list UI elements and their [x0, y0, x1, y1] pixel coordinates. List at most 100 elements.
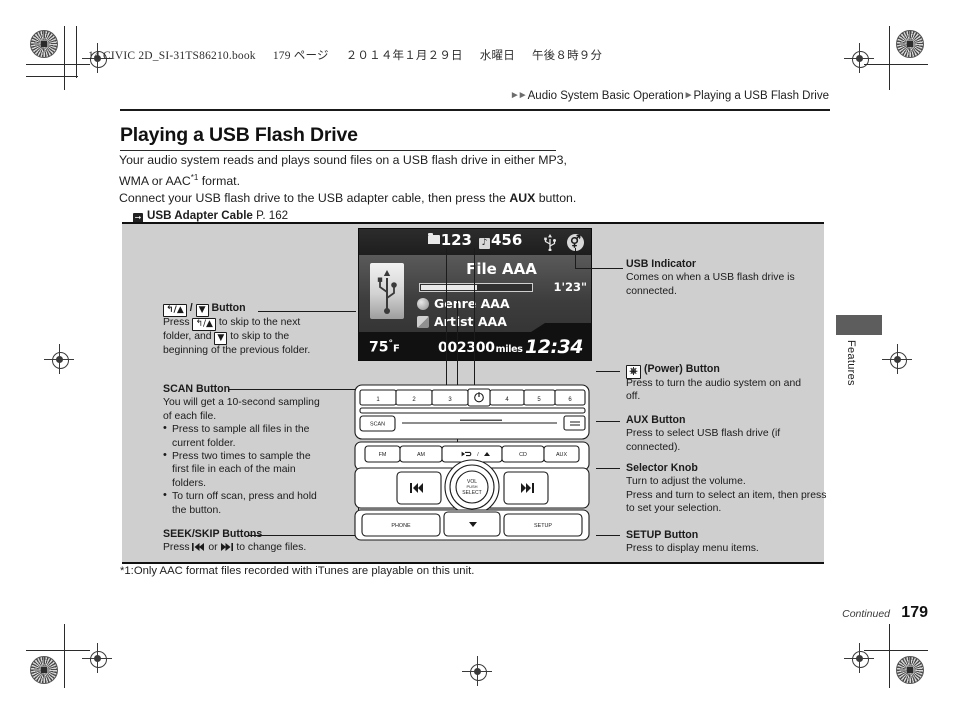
display-odometer: 002300miles: [438, 340, 523, 356]
breadcrumb: ►► Audio System Basic Operation►Playing a…: [510, 90, 829, 102]
registration-mark-bottom-center: [462, 656, 492, 686]
crop-line-left-2: [26, 76, 78, 77]
key-folder-down: ▼: [195, 304, 209, 317]
temperature-value: 75: [369, 340, 389, 356]
callout-aux: AUX Button Press to select USB flash dri…: [626, 414, 826, 454]
display-artist: Artist AAA: [434, 314, 507, 329]
callout-aux-heading: AUX Button: [626, 414, 686, 426]
music-note-icon: ♪: [479, 238, 490, 249]
svg-text:SELECT: SELECT: [462, 490, 481, 496]
intro-aux-bold: AUX: [509, 191, 536, 206]
print-header-book: 14 CIVIC 2D_SI-31TS86210.book: [88, 50, 256, 62]
svg-text:PUSH: PUSH: [466, 484, 477, 489]
callout-folder-heading-word: Button: [211, 302, 246, 314]
intro-line-3: Connect your USB flash drive to the USB …: [119, 190, 579, 207]
intro-line-3b: button.: [535, 191, 577, 206]
reference-page: P. 162: [256, 209, 289, 223]
leader-usb-indicator-v: [575, 248, 576, 268]
display-track-number: 456: [491, 231, 523, 249]
callout-setup-body: Press to display menu items.: [626, 543, 759, 555]
continued-label: Continued: [842, 608, 890, 620]
callout-seek-skip-heading: SEEK/SKIP Buttons: [163, 528, 263, 540]
registration-mark-mid-right: [882, 344, 912, 374]
temperature-unit: F: [392, 344, 400, 355]
display-clock: 12:34: [525, 336, 583, 358]
display-play-time: 1'23": [553, 280, 587, 294]
folder-body-a: Press: [163, 317, 190, 328]
callout-aux-body: Press to select USB flash drive (if conn…: [626, 428, 781, 453]
crop-line-bottom: [26, 650, 90, 651]
power-symbol-inline-icon: ⎈: [626, 365, 641, 379]
breadcrumb-parent[interactable]: Audio System Basic Operation: [528, 90, 684, 102]
print-header-date: ２０１４年１月２９日: [345, 50, 463, 62]
callout-selector-knob-body-1: Turn to adjust the volume.: [626, 476, 746, 488]
callout-power-heading-text: (Power) Button: [643, 363, 720, 375]
header-divider: [120, 109, 830, 111]
reference-label: USB Adapter Cable: [147, 209, 253, 223]
callout-setup-heading: SETUP Button: [626, 529, 699, 541]
folder-icon: [427, 233, 440, 244]
callout-usb-indicator-heading: USB Indicator: [626, 258, 697, 270]
progress-bar-fill: [421, 285, 477, 290]
seek-body-c: to change files.: [236, 542, 307, 554]
crop-line-right: [864, 64, 928, 65]
leader-aux: [596, 421, 620, 422]
print-header-page: 179 ページ: [272, 50, 329, 62]
intro-line-2b: format.: [198, 174, 240, 189]
display-temperature: 75°F: [369, 339, 400, 356]
key-folder-up: ↰/▲: [163, 304, 187, 317]
callout-seek-skip-body: Press or to change files.: [163, 541, 363, 554]
callout-folder-button-heading: ↰/▲ / ▼ Button: [163, 302, 323, 317]
callout-folder-button-body: Press ↰/▲ to skip to the next folder, an…: [163, 316, 323, 357]
callout-scan-intro: You will get a 10-second sampling of eac…: [163, 397, 320, 422]
callout-power-body: Press to turn the audio system on and of…: [626, 378, 802, 403]
callout-power-heading: ⎈ (Power) Button: [626, 363, 816, 379]
callout-usb-indicator: USB Indicator Comes on when a USB flash …: [626, 258, 826, 298]
leader-power: [596, 371, 620, 372]
intro-line-2a: WMA or AAC: [119, 174, 191, 189]
leader-display-v3: [474, 248, 475, 388]
intro-text: Your audio system reads and plays sound …: [119, 152, 579, 224]
print-star-mark-bottom-left: [30, 656, 58, 684]
intro-line-2: WMA or AAC*1 format.: [119, 169, 579, 190]
print-header-weekday: 水曜日: [479, 50, 515, 62]
callout-usb-indicator-body: Comes on when a USB flash drive is conne…: [626, 272, 795, 297]
page-number: 179: [901, 604, 928, 621]
section-tab-label: Features: [845, 340, 857, 386]
intro-line-1: Your audio system reads and plays sound …: [119, 153, 567, 167]
svg-text:PHONE: PHONE: [391, 523, 411, 529]
callout-scan: SCAN Button You will get a 10-second sam…: [163, 383, 321, 517]
display-genre-row: Genre AAA: [417, 296, 510, 311]
leader-display-v1: [446, 248, 447, 398]
callout-scan-heading: SCAN Button: [163, 383, 231, 395]
intro-line-3a: Connect your USB flash drive to the USB …: [119, 191, 510, 206]
key-folder-up-inline: ↰/▲: [192, 318, 216, 331]
svg-text:AUX: AUX: [556, 452, 567, 458]
print-star-mark-top-left: [30, 30, 58, 58]
scan-bullet: Press two times to sample the first file…: [163, 449, 321, 490]
registration-mark-top-right: [844, 43, 874, 73]
svg-text:AM: AM: [417, 452, 426, 458]
leader-setup: [596, 535, 620, 536]
breadcrumb-current: Playing a USB Flash Drive: [693, 90, 830, 102]
breadcrumb-double-arrow-icon: ►►: [509, 90, 528, 101]
print-header: 14 CIVIC 2D_SI-31TS86210.book 179 ページ ２０…: [88, 47, 616, 63]
seek-body-b: or: [208, 542, 218, 554]
usb-device-graphic: [370, 263, 404, 319]
display-folder-number: 123: [440, 231, 472, 249]
display-artist-row: Artist AAA: [417, 314, 507, 329]
registration-mark-bottom-right: [844, 643, 874, 673]
callout-folder-button: ↰/▲ / ▼ Button Press ↰/▲ to skip to the …: [163, 302, 323, 357]
progress-bar-track: [419, 283, 533, 292]
footnote: *1:Only AAC format files recorded with i…: [120, 565, 475, 577]
breadcrumb-arrow-icon: ►: [683, 90, 694, 101]
manual-page: 14 CIVIC 2D_SI-31TS86210.book 179 ページ ２０…: [0, 0, 954, 718]
callout-scan-bullets: Press to sample all files in the current…: [163, 422, 321, 517]
crop-line-top-2: [76, 26, 77, 78]
crop-line-bottom-left: [64, 624, 65, 688]
callout-selector-knob-heading: Selector Knob: [626, 462, 698, 474]
crop-line-left: [26, 64, 90, 65]
scan-bullet: To turn off scan, press and hold the but…: [163, 489, 321, 517]
genre-icon: [417, 298, 429, 310]
registration-mark-mid-left: [44, 344, 74, 374]
